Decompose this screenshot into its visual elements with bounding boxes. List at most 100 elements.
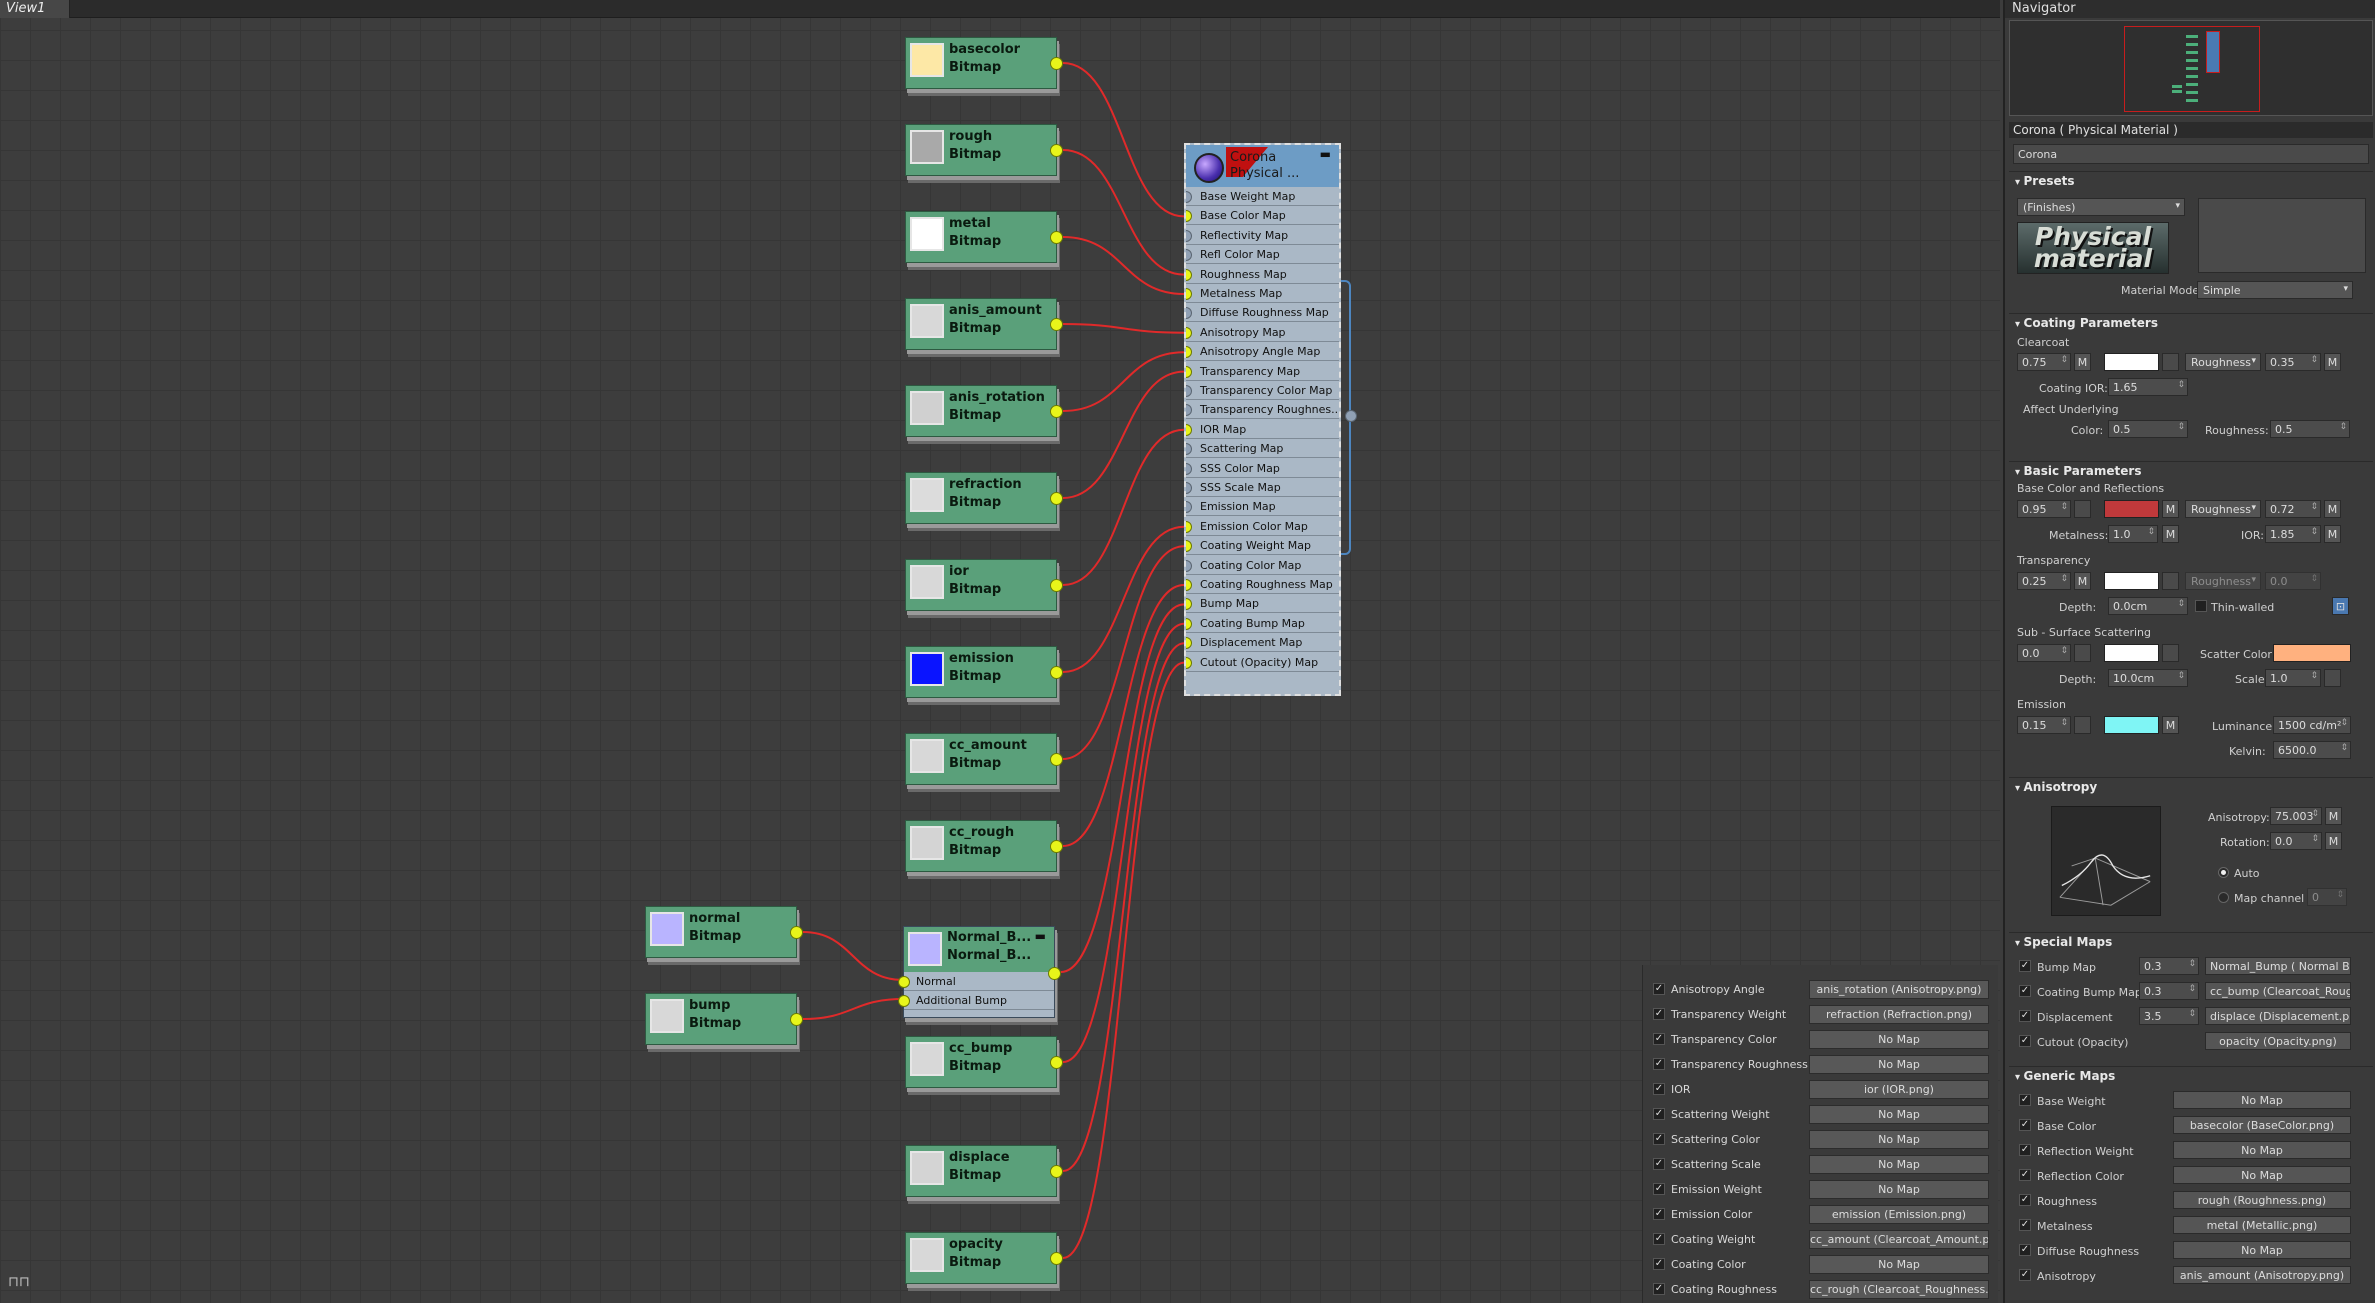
input-socket[interactable] xyxy=(1186,520,1192,533)
bitmap-node-cc-amount[interactable]: cc_amount Bitmap xyxy=(905,733,1063,785)
sss-color-map-button[interactable] xyxy=(2162,644,2179,662)
input-socket[interactable] xyxy=(1186,385,1192,397)
bitmap-node-anis-amount[interactable]: anis_amount Bitmap xyxy=(905,298,1063,350)
map-button[interactable]: No Map xyxy=(1809,1105,1989,1124)
map-button[interactable]: No Map xyxy=(1809,1055,1989,1074)
input-slot-normal[interactable]: Normal xyxy=(898,972,1054,991)
material-slot[interactable]: IOR Map xyxy=(1186,420,1339,439)
output-socket[interactable] xyxy=(790,1013,803,1026)
anisotropy-amount-value[interactable]: 75.003 xyxy=(2270,807,2322,825)
basic-parameters-rollout[interactable]: Basic Parameters xyxy=(2009,461,2373,479)
input-socket[interactable] xyxy=(1186,501,1192,514)
enable-checkbox[interactable]: ✓ xyxy=(1653,1208,1665,1220)
bitmap-node-displace[interactable]: displace Bitmap xyxy=(905,1145,1063,1197)
emission-color-map-button[interactable]: M xyxy=(2162,716,2179,734)
anisotropy-rollout[interactable]: Anisotropy xyxy=(2009,777,2373,795)
material-slot[interactable]: Coating Weight Map xyxy=(1186,536,1339,556)
special-map-amount[interactable]: 0.3 xyxy=(2139,957,2199,975)
generic-map-checkbox[interactable]: ✓ xyxy=(2019,1169,2031,1181)
material-slot[interactable]: Anisotropy Angle Map xyxy=(1186,342,1339,362)
generic-map-button[interactable]: No Map xyxy=(2173,1166,2351,1184)
input-socket[interactable] xyxy=(1186,559,1192,572)
output-socket[interactable] xyxy=(1050,753,1063,766)
output-socket[interactable] xyxy=(1050,840,1063,853)
input-socket[interactable] xyxy=(1186,462,1192,475)
output-socket[interactable] xyxy=(1050,57,1063,70)
bitmap-node-normal[interactable]: normal Bitmap xyxy=(645,906,803,958)
luminance-value[interactable]: 1500 cd/m² xyxy=(2273,716,2351,734)
output-socket[interactable] xyxy=(1050,579,1063,592)
base-level[interactable]: 0.95 xyxy=(2017,500,2071,518)
material-slot[interactable]: Cutout (Opacity) Map xyxy=(1186,653,1339,672)
generic-map-checkbox[interactable]: ✓ xyxy=(2019,1144,2031,1156)
enable-checkbox[interactable]: ✓ xyxy=(1653,1183,1665,1195)
base-roughness-mode[interactable]: Roughness xyxy=(2185,500,2261,518)
map-button[interactable]: No Map xyxy=(1809,1155,1989,1174)
material-slot[interactable]: Refl Color Map xyxy=(1186,245,1339,265)
input-socket[interactable] xyxy=(898,995,910,1007)
generic-map-checkbox[interactable]: ✓ xyxy=(2019,1094,2031,1106)
bitmap-node-ior[interactable]: ior Bitmap xyxy=(905,559,1063,611)
map-button[interactable]: No Map xyxy=(1809,1130,1989,1149)
input-socket[interactable] xyxy=(1186,423,1192,436)
node-editor-canvas[interactable]: View1 basecolor Bitmap rough Bitmap metal Bit… xyxy=(0,0,2000,1303)
material-mode-dropdown[interactable]: Simple xyxy=(2197,281,2353,299)
metalness-map-button[interactable]: M xyxy=(2162,525,2179,543)
generic-map-button[interactable]: No Map xyxy=(2173,1241,2351,1259)
thin-walled-checkbox[interactable] xyxy=(2195,600,2207,612)
emission-level[interactable]: 0.15 xyxy=(2017,716,2071,734)
output-socket[interactable] xyxy=(1050,492,1063,505)
input-socket[interactable] xyxy=(1186,210,1192,223)
special-map-button[interactable]: cc_bump (Clearcoat_Roug... xyxy=(2205,982,2351,1000)
transparency-map-button[interactable]: M xyxy=(2074,572,2091,590)
sss-color-swatch[interactable] xyxy=(2104,644,2159,662)
material-node-header[interactable]: Corona Physical ... ▬ xyxy=(1186,145,1339,187)
generic-maps-rollout[interactable]: Generic Maps xyxy=(2009,1066,2373,1084)
input-socket[interactable] xyxy=(1186,346,1192,359)
map-button[interactable]: anis_rotation (Anisotropy.png) xyxy=(1809,980,1989,999)
coating-parameters-rollout[interactable]: Coating Parameters xyxy=(2009,313,2373,331)
enable-checkbox[interactable]: ✓ xyxy=(1653,1258,1665,1270)
bitmap-node-rough[interactable]: rough Bitmap xyxy=(905,124,1063,176)
transparency-depth-value[interactable]: 0.0cm xyxy=(2108,597,2188,615)
special-map-checkbox[interactable]: ✓ xyxy=(2019,1010,2031,1022)
metalness-value[interactable]: 1.0 xyxy=(2108,525,2158,543)
presets-rollout[interactable]: Presets xyxy=(2009,171,2373,189)
enable-checkbox[interactable]: ✓ xyxy=(1653,1083,1665,1095)
bitmap-node-cc-bump[interactable]: cc_bump Bitmap xyxy=(905,1036,1063,1088)
base-color-swatch[interactable] xyxy=(2104,500,2159,518)
material-slot[interactable]: Diffuse Roughness Map xyxy=(1186,303,1339,323)
bitmap-node-anis-rotation[interactable]: anis_rotation Bitmap xyxy=(905,385,1063,437)
special-map-checkbox[interactable]: ✓ xyxy=(2019,960,2031,972)
emission-color-swatch[interactable] xyxy=(2104,716,2159,734)
sss-depth-value[interactable]: 10.0cm xyxy=(2108,669,2188,687)
transparency-color-swatch[interactable] xyxy=(2104,572,2159,590)
input-socket[interactable] xyxy=(1186,579,1192,591)
material-slot[interactable]: Coating Color Map xyxy=(1186,556,1339,575)
enable-checkbox[interactable]: ✓ xyxy=(1653,1233,1665,1245)
enable-checkbox[interactable]: ✓ xyxy=(1653,1133,1665,1145)
special-map-button[interactable]: Normal_Bump ( Normal Bu... xyxy=(2205,957,2351,975)
special-map-amount[interactable]: 0.3 xyxy=(2139,982,2199,1000)
generic-map-checkbox[interactable]: ✓ xyxy=(2019,1269,2031,1281)
material-slot[interactable]: Coating Bump Map xyxy=(1186,614,1339,633)
bitmap-node-opacity[interactable]: opacity Bitmap xyxy=(905,1232,1063,1284)
sss-level-map-button[interactable] xyxy=(2074,644,2091,662)
input-socket[interactable] xyxy=(1186,191,1192,203)
base-roughness-map-button[interactable]: M xyxy=(2324,500,2341,518)
clearcoat-amount[interactable]: 0.75 xyxy=(2017,353,2071,371)
generic-map-button[interactable]: No Map xyxy=(2173,1141,2351,1159)
rotation-value[interactable]: 0.0 xyxy=(2270,832,2322,850)
pan-icon[interactable]: ⊓⊓ xyxy=(8,1274,30,1290)
output-socket[interactable] xyxy=(790,926,803,939)
bitmap-node-refraction[interactable]: refraction Bitmap xyxy=(905,472,1063,524)
coating-roughness-value[interactable]: 0.35 xyxy=(2265,353,2321,371)
input-socket[interactable] xyxy=(1186,598,1192,611)
affect-roughness-value[interactable]: 0.5 xyxy=(2270,420,2350,438)
map-button[interactable]: No Map xyxy=(1809,1180,1989,1199)
ior-map-button[interactable]: M xyxy=(2324,525,2341,543)
output-socket[interactable] xyxy=(1050,666,1063,679)
generic-map-button[interactable]: rough (Roughness.png) xyxy=(2173,1191,2351,1209)
material-slot[interactable]: Transparency Roughnes... xyxy=(1186,400,1339,420)
input-socket[interactable] xyxy=(1186,404,1192,417)
